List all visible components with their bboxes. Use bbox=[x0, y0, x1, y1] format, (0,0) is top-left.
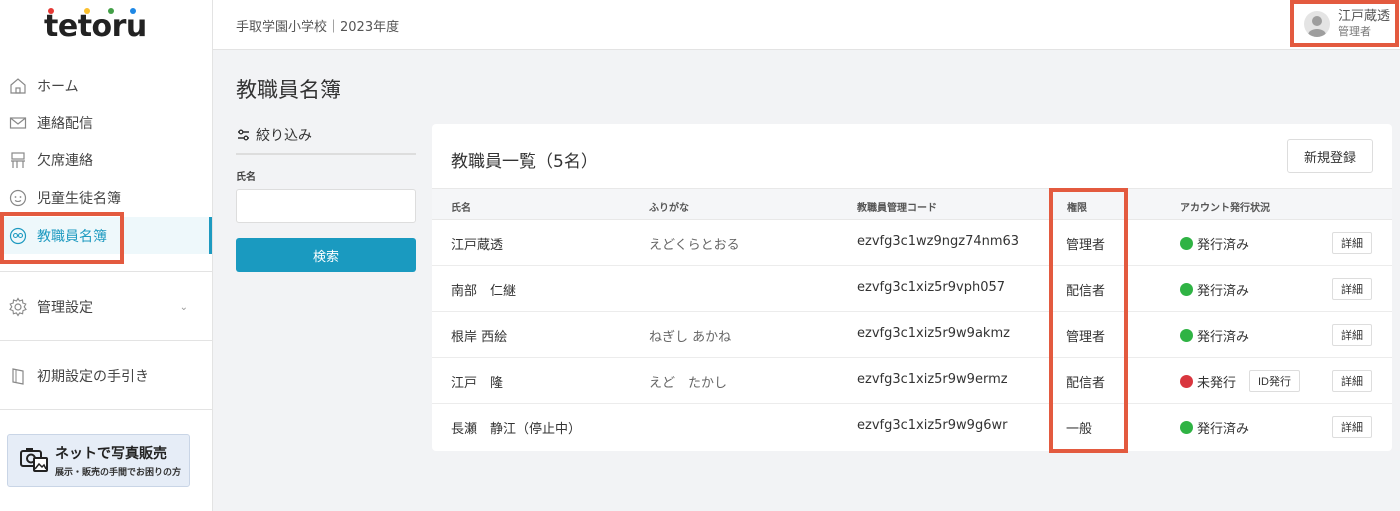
account-status: 発行済み bbox=[1180, 234, 1249, 253]
user-menu[interactable]: 江戸蔵透 管理者 bbox=[1290, 0, 1399, 47]
sidebar-item-label: 初期設定の手引き bbox=[37, 368, 149, 385]
table-row[interactable]: 長瀬 静江（停止中） ezvfg3c1xiz5r9w9g6wr 一般 発行済み … bbox=[432, 404, 1392, 450]
column-header-account-status[interactable]: アカウント発行状況 bbox=[1180, 199, 1270, 214]
status-dot-icon bbox=[1180, 283, 1193, 296]
account-status: 発行済み bbox=[1180, 326, 1249, 345]
photo-sales-banner[interactable]: ネットで写真販売 展示・販売の手間でお困りの方 bbox=[7, 434, 190, 487]
promo-subtitle: 展示・販売の手間でお困りの方 bbox=[55, 468, 182, 478]
table-header: 氏名 ふりがな 教職員管理コード 権限 アカウント発行状況 bbox=[432, 188, 1392, 220]
sidebar-item-label: 連絡配信 bbox=[37, 115, 93, 132]
sidebar: tetoru ホーム 連絡配信 欠席連絡 児童生徒名簿 教職員名簿 管理設定 ⌄… bbox=[0, 0, 213, 511]
sidebar-item-messages[interactable]: 連絡配信 bbox=[0, 104, 212, 141]
status-dot-icon bbox=[1180, 237, 1193, 250]
sidebar-item-staff[interactable]: 教職員名簿 bbox=[0, 217, 212, 254]
detail-button[interactable]: 詳細 bbox=[1332, 416, 1372, 438]
table-row[interactable]: 南部 仁継 ezvfg3c1xiz5r9vph057 配信者 発行済み 詳細 bbox=[432, 266, 1392, 312]
divider bbox=[0, 409, 212, 410]
gear-icon bbox=[8, 296, 28, 317]
staff-role: 管理者 bbox=[1066, 238, 1106, 253]
logo-dots bbox=[44, 8, 164, 16]
status-label: 発行済み bbox=[1197, 330, 1250, 345]
staff-kana: えど たかし bbox=[649, 376, 728, 391]
staff-code: ezvfg3c1xiz5r9w9ermz bbox=[857, 372, 1008, 387]
filter-icon bbox=[237, 129, 250, 141]
status-label: 発行済み bbox=[1197, 238, 1250, 253]
detail-button[interactable]: 詳細 bbox=[1332, 232, 1372, 254]
mail-icon bbox=[8, 113, 28, 133]
status-dot-icon bbox=[1180, 421, 1193, 434]
staff-code: ezvfg3c1xiz5r9w9akmz bbox=[857, 326, 1010, 341]
status-dot-icon bbox=[1180, 375, 1193, 388]
status-label: 発行済み bbox=[1197, 284, 1250, 299]
staff-role: 配信者 bbox=[1066, 376, 1106, 391]
staff-name: 江戸 隆 bbox=[451, 376, 504, 391]
page-title: 教職員名簿 bbox=[236, 78, 341, 102]
name-search-input[interactable] bbox=[236, 189, 416, 223]
staff-kana: えどくらとおる bbox=[649, 238, 740, 253]
new-registration-button[interactable]: 新規登録 bbox=[1287, 139, 1373, 173]
staff-code: ezvfg3c1xiz5r9vph057 bbox=[857, 280, 1006, 295]
staff-kana: ねぎし あかね bbox=[649, 330, 732, 345]
search-button[interactable]: 検索 bbox=[236, 238, 416, 272]
staff-role: 配信者 bbox=[1066, 284, 1106, 299]
divider bbox=[236, 153, 416, 155]
column-header-role[interactable]: 権限 bbox=[1067, 199, 1087, 214]
column-header-code[interactable]: 教職員管理コード bbox=[857, 199, 937, 214]
sidebar-item-students[interactable]: 児童生徒名簿 bbox=[0, 179, 212, 216]
staff-role: 管理者 bbox=[1066, 330, 1106, 345]
staff-icon bbox=[8, 226, 28, 246]
filter-title: 絞り込み bbox=[256, 128, 312, 144]
list-title: 教職員一覧（5名） bbox=[451, 152, 598, 172]
avatar bbox=[1304, 10, 1330, 37]
student-icon bbox=[8, 188, 28, 208]
name-field-label: 氏名 bbox=[236, 172, 256, 183]
tetoru-logo[interactable]: tetoru bbox=[44, 8, 147, 44]
staff-name: 南部 仁継 bbox=[451, 284, 517, 299]
status-label: 発行済み bbox=[1197, 422, 1250, 437]
filter-heading: 絞り込み bbox=[237, 125, 312, 145]
sidebar-item-absence[interactable]: 欠席連絡 bbox=[0, 141, 212, 178]
staff-list-card: 教職員一覧（5名） 新規登録 氏名 ふりがな 教職員管理コード 権限 アカウント… bbox=[432, 124, 1392, 451]
camera-photo-icon bbox=[19, 445, 49, 477]
account-status: 発行済み bbox=[1180, 280, 1249, 299]
divider bbox=[0, 340, 212, 341]
sidebar-item-admin-settings[interactable]: 管理設定 ⌄ bbox=[0, 288, 212, 325]
status-dot-icon bbox=[1180, 329, 1193, 342]
user-name: 江戸蔵透 bbox=[1338, 9, 1391, 25]
sidebar-item-label: 児童生徒名簿 bbox=[37, 190, 121, 207]
detail-button[interactable]: 詳細 bbox=[1332, 370, 1372, 392]
staff-code: ezvfg3c1xiz5r9w9g6wr bbox=[857, 418, 1008, 433]
column-header-kana[interactable]: ふりがな bbox=[649, 199, 689, 214]
detail-button[interactable]: 詳細 bbox=[1332, 278, 1372, 300]
sidebar-item-label: 教職員名簿 bbox=[37, 228, 107, 245]
table-row[interactable]: 江戸 隆 えど たかし ezvfg3c1xiz5r9w9ermz 配信者 未発行… bbox=[432, 358, 1392, 404]
issue-id-button[interactable]: ID発行 bbox=[1249, 370, 1300, 392]
sidebar-item-label: 管理設定 bbox=[37, 299, 93, 316]
sidebar-item-home[interactable]: ホーム bbox=[0, 67, 212, 104]
table-row[interactable]: 根岸 西絵 ねぎし あかね ezvfg3c1xiz5r9w9akmz 管理者 発… bbox=[432, 312, 1392, 358]
account-status: 未発行 bbox=[1180, 372, 1236, 391]
detail-button[interactable]: 詳細 bbox=[1332, 324, 1372, 346]
user-role: 管理者 bbox=[1338, 24, 1371, 38]
divider bbox=[0, 271, 212, 272]
school-year-label: 手取学園小学校｜2023年度 bbox=[236, 20, 400, 35]
top-header: 手取学園小学校｜2023年度 bbox=[213, 0, 1400, 50]
column-header-name[interactable]: 氏名 bbox=[451, 199, 471, 214]
table-row[interactable]: 江戸蔵透 えどくらとおる ezvfg3c1wz9ngz74nm63 管理者 発行… bbox=[432, 220, 1392, 266]
home-icon bbox=[8, 76, 28, 96]
staff-name: 長瀬 静江（停止中） bbox=[451, 422, 582, 437]
status-label: 未発行 bbox=[1197, 376, 1237, 391]
desk-icon bbox=[8, 150, 28, 170]
chevron-down-icon[interactable]: ⌄ bbox=[180, 302, 188, 313]
sidebar-item-setup-guide[interactable]: 初期設定の手引き bbox=[0, 357, 212, 394]
account-status: 発行済み bbox=[1180, 418, 1249, 437]
sidebar-item-label: 欠席連絡 bbox=[37, 152, 93, 169]
staff-code: ezvfg3c1wz9ngz74nm63 bbox=[857, 234, 1020, 249]
staff-name: 根岸 西絵 bbox=[451, 330, 508, 345]
book-icon bbox=[8, 366, 28, 386]
staff-name: 江戸蔵透 bbox=[451, 238, 504, 253]
staff-role: 一般 bbox=[1066, 422, 1093, 437]
promo-title: ネットで写真販売 bbox=[55, 446, 167, 462]
sidebar-item-label: ホーム bbox=[37, 78, 79, 95]
